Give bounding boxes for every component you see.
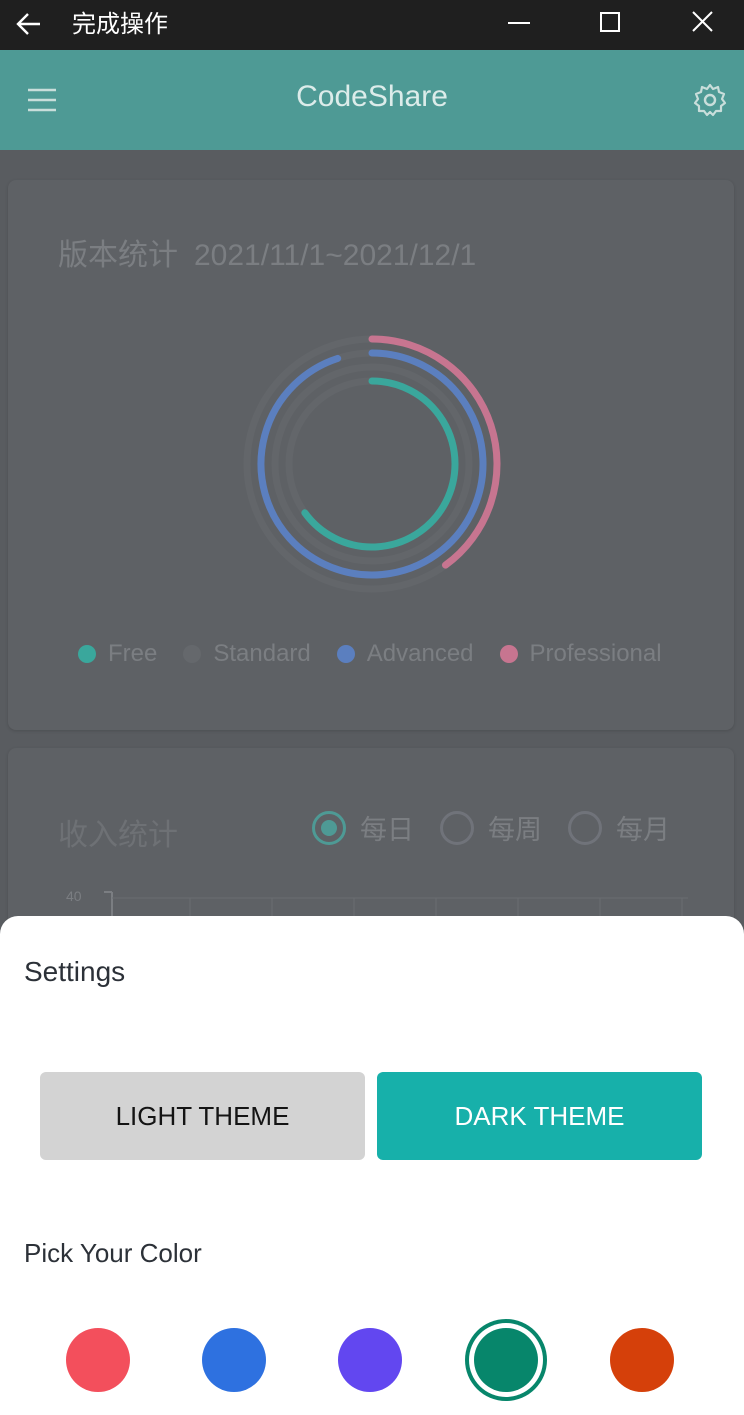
- radio-label: 每周: [488, 815, 542, 846]
- window-titlebar: 完成操作: [0, 0, 744, 50]
- period-radio-group: 每日 每周 每月: [312, 808, 696, 847]
- radio-label: 每月: [616, 815, 670, 846]
- app-header: CodeShare: [0, 50, 744, 150]
- legend-label: Free: [108, 640, 158, 667]
- light-theme-button[interactable]: LIGHT THEME: [40, 1072, 365, 1160]
- pick-color-label: Pick Your Color: [24, 1238, 202, 1268]
- app-title: CodeShare: [296, 80, 448, 113]
- ring-advanced: [257, 349, 487, 579]
- y-axis-tick: 40: [66, 888, 82, 904]
- version-stats-heading: 版本统计: [58, 238, 178, 273]
- radio-daily[interactable]: 每日: [312, 808, 414, 847]
- radio-circle: [312, 810, 346, 845]
- version-donut-chart: [243, 335, 501, 593]
- legend-label: Standard: [213, 640, 311, 667]
- maximize-icon[interactable]: [593, 8, 627, 42]
- legend-dot: [78, 645, 96, 663]
- color-swatch[interactable]: [338, 1328, 402, 1392]
- chart-legend: Free Standard Advanced Professional: [78, 640, 688, 668]
- radio-weekly[interactable]: 每周: [440, 808, 542, 847]
- dark-theme-button[interactable]: DARK THEME: [377, 1072, 702, 1160]
- legend-item-free[interactable]: Free: [78, 640, 157, 668]
- minimize-icon[interactable]: [502, 8, 536, 42]
- close-icon[interactable]: [686, 8, 720, 42]
- ring-free: [301, 377, 459, 551]
- color-swatch[interactable]: [474, 1328, 538, 1392]
- radio-label: 每日: [360, 815, 414, 846]
- radio-circle: [440, 810, 474, 845]
- version-stats-title: 版本统计 2021/11/1~2021/12/1: [58, 230, 476, 274]
- legend-dot: [183, 645, 202, 663]
- legend-item-advanced[interactable]: Advanced: [336, 640, 474, 668]
- color-swatch[interactable]: [202, 1328, 266, 1392]
- legend-item-standard[interactable]: Standard: [183, 640, 311, 668]
- color-swatch[interactable]: [66, 1328, 130, 1392]
- settings-sheet: Settings LIGHT THEME DARK THEME Pick You…: [0, 916, 744, 1415]
- version-stats-card: 版本统计 2021/11/1~2021/12/1 Free Standard Ad…: [8, 180, 734, 730]
- legend-label: Professional: [529, 640, 662, 667]
- settings-heading: Settings: [24, 956, 126, 987]
- income-stats-title: 收入统计: [58, 818, 178, 853]
- legend-dot: [336, 645, 355, 663]
- legend-dot: [499, 645, 518, 663]
- radio-monthly[interactable]: 每月: [568, 808, 670, 847]
- radio-circle: [568, 810, 602, 845]
- legend-item-professional[interactable]: Professional: [499, 640, 662, 668]
- gear-icon[interactable]: [692, 82, 728, 118]
- back-arrow-icon[interactable]: [14, 9, 44, 39]
- ring-track: [271, 363, 473, 565]
- window-title: 完成操作: [72, 10, 168, 38]
- date-range: 2021/11/1~2021/12/1: [194, 239, 477, 272]
- color-swatch[interactable]: [610, 1328, 674, 1392]
- legend-label: Advanced: [366, 640, 474, 667]
